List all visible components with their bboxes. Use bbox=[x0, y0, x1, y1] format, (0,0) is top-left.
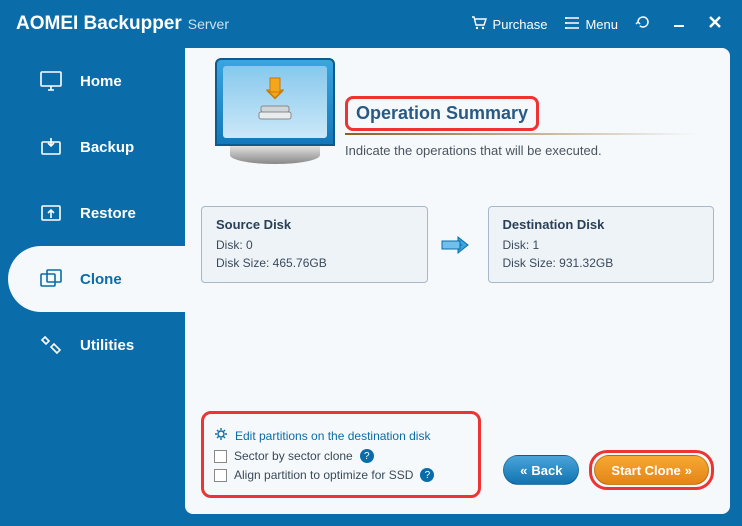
restore-icon bbox=[38, 201, 66, 225]
edit-partitions-label: Edit partitions on the destination disk bbox=[235, 429, 430, 443]
align-ssd-checkbox[interactable]: Align partition to optimize for SSD ? bbox=[214, 468, 468, 482]
refresh-button[interactable] bbox=[632, 13, 654, 35]
brand: AOMEI Backupper Server bbox=[16, 13, 229, 35]
close-icon bbox=[708, 15, 722, 34]
destination-disk-id: Disk: 1 bbox=[503, 236, 700, 254]
help-icon[interactable]: ? bbox=[360, 449, 374, 463]
sidebar-item-home[interactable]: Home bbox=[0, 48, 185, 114]
menu-icon bbox=[565, 17, 579, 32]
edit-partitions-link[interactable]: Edit partitions on the destination disk bbox=[214, 427, 468, 444]
source-disk-size: Disk Size: 465.76GB bbox=[216, 254, 413, 272]
button-row: « Back Start Clone » bbox=[503, 450, 714, 490]
help-icon[interactable]: ? bbox=[420, 468, 434, 482]
sidebar-item-utilities[interactable]: Utilities bbox=[0, 312, 185, 378]
sidebar-item-label: Clone bbox=[80, 271, 122, 288]
page-title: Operation Summary bbox=[356, 103, 528, 124]
source-disk-id: Disk: 0 bbox=[216, 236, 413, 254]
source-disk-box[interactable]: Source Disk Disk: 0 Disk Size: 465.76GB bbox=[201, 206, 428, 283]
options-highlight: Edit partitions on the destination disk … bbox=[201, 411, 481, 498]
sidebar-item-label: Restore bbox=[80, 205, 136, 222]
download-arrow-icon bbox=[253, 76, 297, 129]
backup-icon bbox=[38, 135, 66, 159]
start-clone-button[interactable]: Start Clone » bbox=[594, 455, 709, 485]
destination-disk-heading: Destination Disk bbox=[503, 217, 700, 232]
gear-icon bbox=[214, 427, 228, 444]
sidebar: Home Backup Restore Clone Utilities bbox=[0, 48, 185, 526]
sidebar-item-label: Home bbox=[80, 73, 122, 90]
sector-clone-checkbox[interactable]: Sector by sector clone ? bbox=[214, 449, 468, 463]
minimize-icon bbox=[672, 15, 686, 34]
sidebar-item-backup[interactable]: Backup bbox=[0, 114, 185, 180]
destination-disk-box[interactable]: Destination Disk Disk: 1 Disk Size: 931.… bbox=[488, 206, 715, 283]
disk-row: Source Disk Disk: 0 Disk Size: 465.76GB … bbox=[201, 206, 714, 283]
page-subtitle: Indicate the operations that will be exe… bbox=[345, 143, 710, 158]
start-clone-highlight: Start Clone » bbox=[589, 450, 714, 490]
start-clone-label: Start Clone bbox=[611, 463, 680, 478]
sector-clone-label: Sector by sector clone bbox=[234, 449, 353, 463]
title-underline bbox=[345, 133, 695, 135]
menu-button[interactable]: Menu bbox=[565, 17, 618, 32]
back-button[interactable]: « Back bbox=[503, 455, 579, 485]
destination-disk-size: Disk Size: 931.32GB bbox=[503, 254, 700, 272]
summary-header: Operation Summary Indicate the operation… bbox=[345, 96, 710, 158]
clone-icon bbox=[38, 267, 66, 291]
hero-graphic bbox=[205, 58, 345, 188]
utilities-icon bbox=[38, 333, 66, 357]
summary-title-highlight: Operation Summary bbox=[345, 96, 539, 131]
back-label: Back bbox=[531, 463, 562, 478]
sidebar-item-restore[interactable]: Restore bbox=[0, 180, 185, 246]
chevron-left-icon: « bbox=[520, 463, 527, 478]
home-icon bbox=[38, 69, 66, 93]
sidebar-item-label: Utilities bbox=[80, 337, 134, 354]
header-bar: AOMEI Backupper Server Purchase Menu bbox=[0, 0, 742, 48]
checkbox-icon bbox=[214, 469, 227, 482]
refresh-icon bbox=[635, 14, 651, 35]
source-disk-heading: Source Disk bbox=[216, 217, 413, 232]
menu-label: Menu bbox=[585, 17, 618, 32]
brand-main: AOMEI Backupper bbox=[16, 13, 182, 35]
sidebar-item-label: Backup bbox=[80, 139, 134, 156]
chevron-right-icon: » bbox=[685, 463, 692, 478]
sidebar-item-clone[interactable]: Clone bbox=[8, 246, 185, 312]
purchase-label: Purchase bbox=[493, 17, 548, 32]
arrow-icon bbox=[438, 233, 478, 257]
cart-icon bbox=[471, 16, 487, 33]
close-button[interactable] bbox=[704, 13, 726, 35]
align-ssd-label: Align partition to optimize for SSD bbox=[234, 468, 413, 482]
brand-sub: Server bbox=[188, 16, 229, 32]
checkbox-icon bbox=[214, 450, 227, 463]
main-panel: Operation Summary Indicate the operation… bbox=[185, 48, 730, 514]
purchase-link[interactable]: Purchase bbox=[471, 16, 548, 33]
app-window: AOMEI Backupper Server Purchase Menu bbox=[0, 0, 742, 526]
minimize-button[interactable] bbox=[668, 13, 690, 35]
